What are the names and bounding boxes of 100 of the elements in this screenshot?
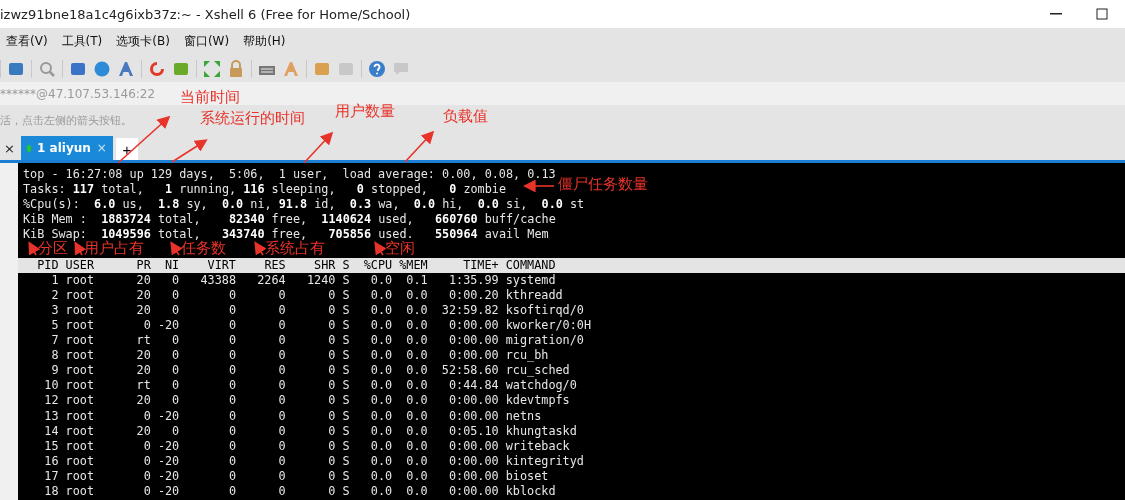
table-cell-text: 0.1	[405, 272, 428, 288]
table-cell: S	[342, 438, 350, 454]
table-cell-text: 0	[171, 393, 180, 409]
table-cell-text: 0	[227, 393, 236, 409]
table-cell: S	[342, 393, 350, 409]
table-cell-text: 2	[50, 287, 59, 303]
table-cell: S	[342, 408, 350, 424]
search-icon[interactable]	[38, 59, 56, 78]
column-header: %CPU	[362, 257, 393, 273]
fullscreen-icon[interactable]	[203, 59, 221, 78]
annotation-arrow	[254, 241, 267, 256]
column-header: COMMAND	[505, 257, 557, 273]
menu-item[interactable]: 帮助(H)	[243, 33, 286, 50]
new-tab-button[interactable]: +	[115, 138, 138, 160]
table-cell-text: 0.0	[369, 333, 393, 349]
annotation-label: 系统运行的时间	[200, 109, 305, 128]
table-cell-text: 32:59.82	[440, 302, 499, 318]
table-cell-text: root	[65, 453, 95, 469]
session-tab[interactable]: 1 aliyun ×	[20, 136, 113, 160]
table-cell-text: 0	[277, 317, 286, 334]
table-cell-text: root	[65, 468, 95, 484]
table-cell-text: 0	[227, 348, 236, 364]
table-cell-text: bioset	[505, 468, 550, 484]
annotation-label: 任务数	[181, 239, 226, 258]
table-cell-text: ksoftirqd/0	[505, 302, 585, 318]
table-cell-text: 20	[135, 393, 151, 409]
table-cell-text: 0.0	[369, 348, 393, 364]
table-cell-text: 0.0	[405, 348, 428, 364]
terminal-line: Tasks: 117 total, 1 running, 116 sleeping, 0 stopped, 0 zombie	[23, 182, 507, 198]
table-cell-text: 0	[171, 272, 180, 288]
table-cell-text: 0	[327, 348, 336, 364]
table-cell: S	[342, 317, 350, 334]
table-cell-text: netns	[505, 408, 543, 424]
table-cell-text: 0	[171, 423, 180, 439]
table-cell: S	[342, 333, 350, 349]
table-cell-text: 0.0	[369, 317, 393, 334]
table-cell-text: root	[65, 378, 95, 394]
table-cell-text: khungtaskd	[505, 423, 578, 439]
table-cell-text: kdevtmpfs	[505, 393, 571, 409]
table-cell-text: 0	[171, 348, 180, 364]
table-cell-text: 1	[50, 272, 59, 288]
table-cell-text: 0	[171, 378, 180, 394]
table-cell-text: 0.0	[405, 423, 428, 439]
table-cell-text: root	[65, 363, 95, 379]
table-cell-text: 8	[50, 348, 59, 364]
close-icon[interactable]: ×	[0, 141, 21, 160]
font-icon[interactable]	[117, 59, 135, 78]
terminal-line: %Cpu(s): 6.0 us, 1.8 sy, 0.0 ni, 91.8 id, 0.3 wa, 0.0 hi, 0.0 si, 0.0 st	[23, 197, 585, 213]
table-cell-text: 0.0	[405, 333, 428, 349]
table-cell-text: 1:35.99	[447, 272, 499, 288]
lock-icon[interactable]	[227, 59, 245, 78]
menu-item[interactable]: 窗口(W)	[183, 33, 230, 50]
table-cell-text: 0	[277, 408, 286, 424]
table-cell: S	[342, 363, 350, 379]
table-cell-text: 0.0	[405, 393, 428, 409]
annotation-label: 用户数量	[335, 102, 395, 121]
table-cell-text: 0.0	[405, 363, 428, 379]
swirl-icon[interactable]	[148, 59, 166, 78]
table-cell-text: 0.0	[369, 408, 393, 424]
menu-item[interactable]: 选项卡(B)	[116, 33, 170, 50]
help-icon[interactable]	[368, 59, 386, 78]
menu-item[interactable]: 查看(V)	[6, 33, 48, 50]
maximize-icon[interactable]	[1096, 8, 1108, 20]
table-cell-text: 0	[327, 468, 336, 484]
table-cell-text: 0	[171, 363, 180, 379]
annotation-arrow	[170, 241, 183, 256]
table-cell-text: 5	[50, 317, 59, 334]
table-cell-text: 0	[277, 453, 286, 469]
table-cell-text: kblockd	[505, 483, 557, 500]
tab-label: 1 aliyun	[37, 141, 91, 155]
column-header: SHR	[313, 257, 336, 273]
table-cell-text: 52:58.60	[440, 363, 499, 379]
table-cell-text: 0	[277, 348, 286, 364]
table-cell-text: 0	[327, 393, 336, 409]
table-cell-text: 0	[327, 287, 336, 303]
table-cell-text: rcu_bh	[505, 348, 550, 364]
annotation-label: 分区	[38, 239, 68, 258]
table-cell-text: root	[65, 302, 95, 318]
annotation-label: 当前时间	[180, 88, 240, 107]
globe-icon[interactable]	[93, 59, 111, 78]
table-cell-text: 0:00.00	[447, 483, 499, 500]
table-cell-text: 0	[227, 287, 236, 303]
table-cell-text: root	[65, 333, 95, 349]
table-cell-text: 0	[227, 378, 236, 394]
table-cell: -20	[157, 408, 180, 424]
table-cell: S	[342, 287, 350, 303]
table-cell: S	[342, 348, 350, 364]
table-cell-text: 12	[43, 393, 59, 409]
table-cell-text: 0:00.00	[447, 317, 499, 334]
menu-item[interactable]: 工具(T)	[61, 33, 103, 50]
table-cell-text: 0:00.00	[447, 438, 499, 454]
annotation-label: 用户占有	[84, 239, 144, 258]
table-cell: S	[342, 453, 350, 469]
table-cell-text: 0	[227, 468, 236, 484]
table-cell-text: 0	[327, 317, 336, 334]
table-cell-text: 3	[50, 302, 59, 318]
table-cell-text: 0:00.20	[447, 287, 499, 303]
minimize-icon[interactable]	[1050, 13, 1062, 15]
table-cell-text: 0	[277, 393, 286, 409]
table-cell-text: 20	[135, 363, 151, 379]
